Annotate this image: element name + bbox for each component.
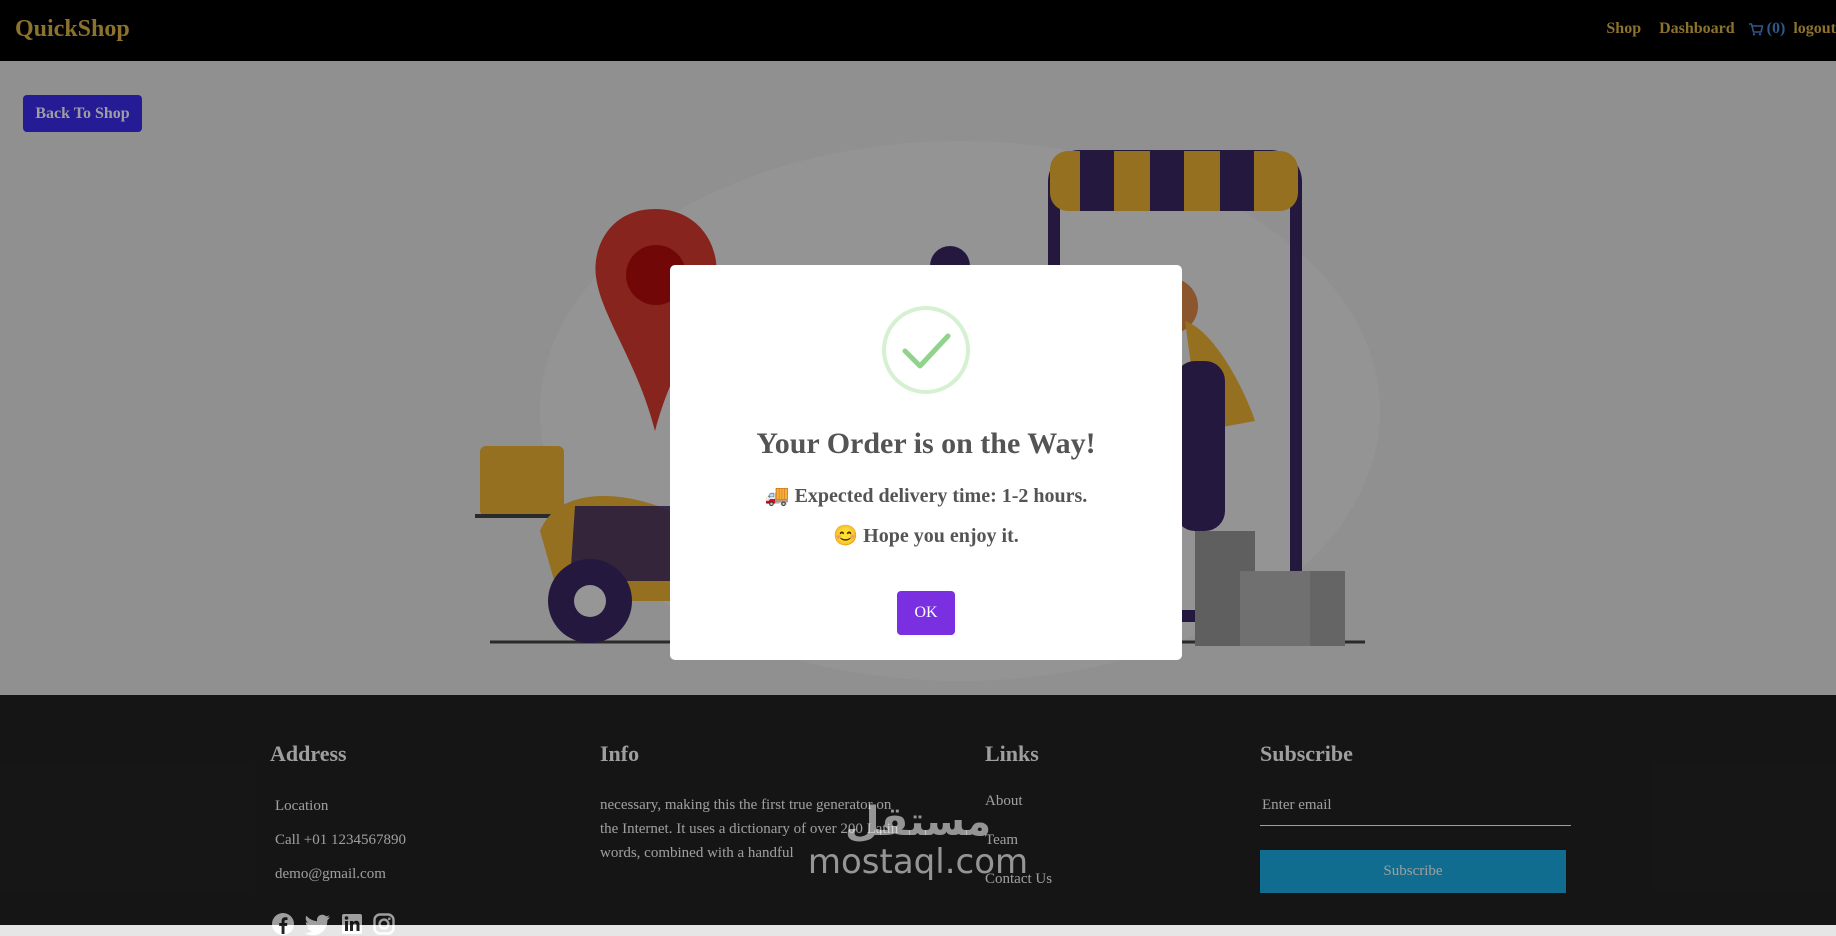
watermark-arabic: مستقل [844, 799, 992, 845]
order-success-dialog: Your Order is on the Way! 🚚 Expected del… [670, 265, 1182, 660]
delivery-time-text: 🚚 Expected delivery time: 1-2 hours. [764, 485, 1088, 507]
watermark: مستقل mostaql.com [806, 800, 1030, 880]
ok-button[interactable]: OK [897, 591, 955, 635]
watermark-latin: mostaql.com [807, 842, 1029, 882]
enjoy-text: 😊 Hope you enjoy it. [833, 525, 1019, 547]
check-icon [882, 306, 970, 394]
dialog-title: Your Order is on the Way! [756, 427, 1096, 460]
